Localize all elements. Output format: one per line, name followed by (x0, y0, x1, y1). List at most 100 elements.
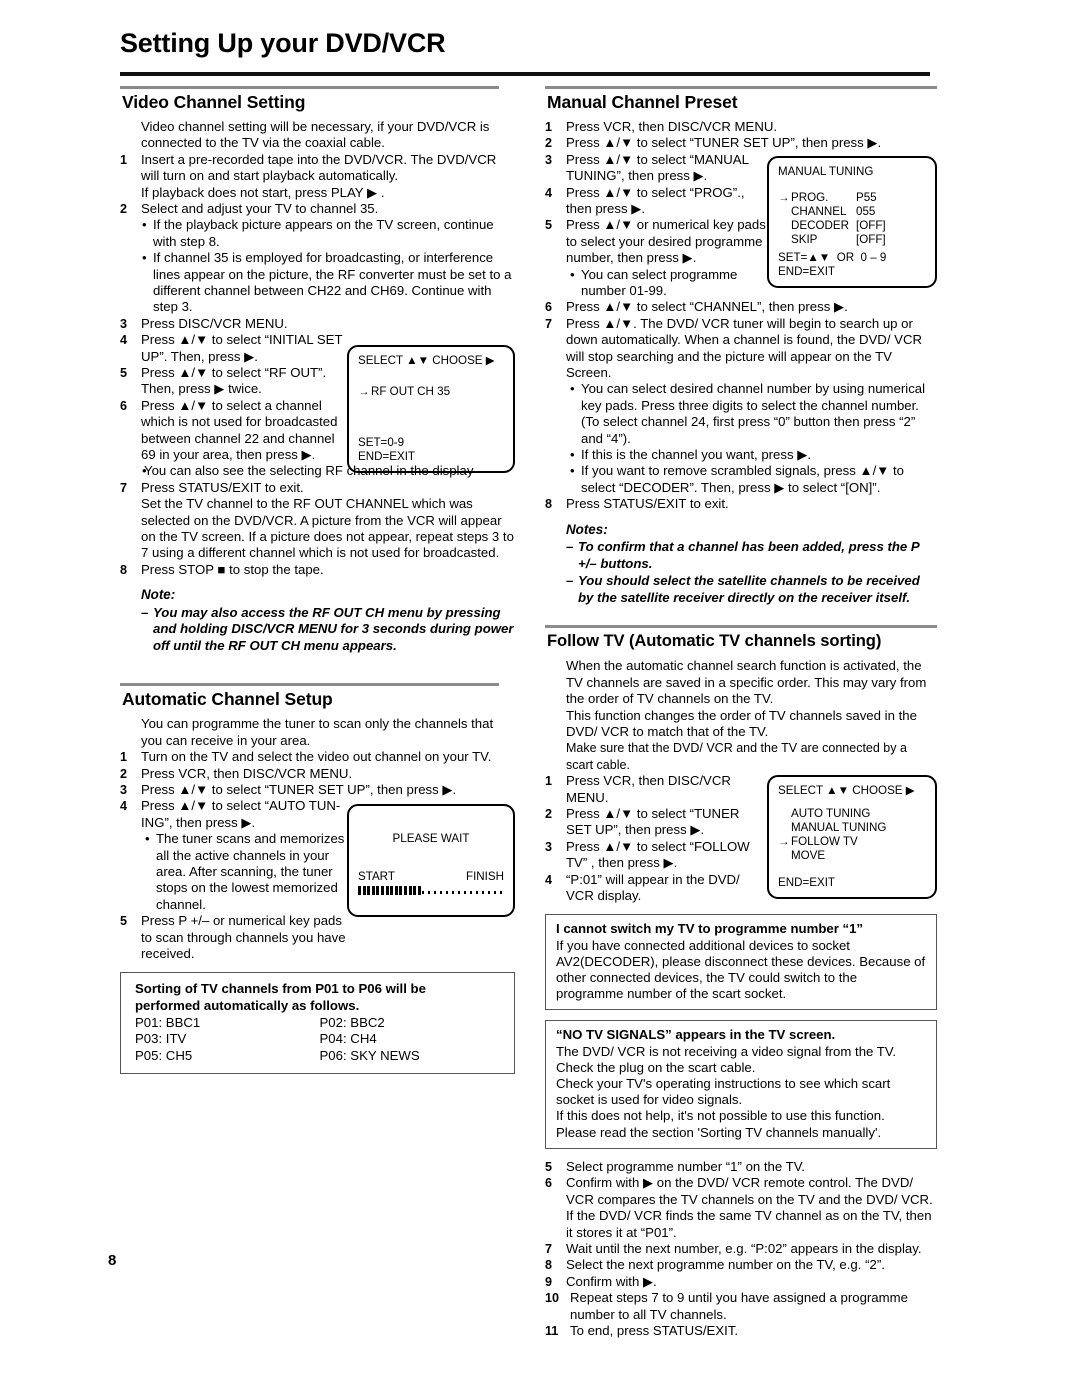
list-item: 8 Press STOP ■ to stop the tape. (120, 562, 515, 578)
step-text: Press DISC/VCR MENU. (141, 315, 288, 331)
step-number: 5 (120, 366, 128, 380)
section-automatic-channel-setup: Automatic Channel Setup You can programm… (120, 683, 515, 1075)
osd-row-key: CHANNEL (791, 204, 847, 218)
section-follow-tv: Follow TV (Automatic TV channels sorting… (545, 625, 937, 1339)
faq-box-cannot-switch: I cannot switch my TV to programme numbe… (545, 914, 937, 1011)
step-number: 6 (545, 1176, 553, 1191)
bullet-item: If you want to remove scrambled signals,… (545, 463, 937, 496)
osd-footer: SET=▲▼ OR 0 – 9 END=EXIT (778, 250, 887, 278)
step-number: 1 (545, 119, 553, 134)
faq-line: If this does not help, it's not possible… (556, 1108, 885, 1140)
step-text: Press P +/– or numerical key pads to sca… (141, 913, 346, 962)
osd-menu-item: AUTO TUNING (791, 807, 871, 821)
step-number: 5 (545, 218, 553, 233)
step-text: Press ▲/▼ to select “AUTO TUN-ING”, then… (141, 798, 341, 830)
osd-screen-manual-tuning: MANUAL TUNING →PROG. P55 CHANNEL 055 DECOD… (767, 155, 937, 288)
list-item: 2 Select and adjust your TV to channel 35… (120, 201, 515, 217)
list-item: Set the TV channel to the RF OUT CHANNEL… (120, 496, 515, 562)
selection-arrow-icon: → (358, 385, 370, 399)
list-item: 7 Press ▲/▼. The DVD/ VCR tuner will begi… (545, 316, 937, 382)
osd-start-label: START (358, 870, 395, 884)
list-item: 9 Confirm with ▶. (545, 1274, 937, 1290)
step-number: 7 (545, 316, 553, 331)
osd-row: DECODER [OFF] (778, 219, 886, 233)
osd-row: →PROG. P55 (778, 191, 886, 205)
list-item: 7 Wait until the next number, e.g. “P:02”… (545, 1241, 937, 1257)
list-item: 3 Press ▲/▼ to select “TUNER SET UP”, the… (120, 782, 515, 798)
step-number: 3 (120, 783, 128, 797)
step-text: Press ▲/▼ or numerical key pads to selec… (566, 217, 766, 266)
section-manual-channel-preset: Manual Channel Preset 1 Press VCR, then D… (545, 86, 937, 606)
step-number: 4 (120, 799, 128, 814)
step-text: Press ▲/▼ to select “FOLLOW TV” , then p… (566, 838, 750, 871)
osd-menu-items: AUTO TUNING MANUAL TUNING →FOLLOW TV MOV… (778, 807, 886, 863)
step-text: Press VCR, then DISC/VCR MENU. (566, 773, 731, 805)
bullet-item: If the playback picture appears on the T… (120, 217, 515, 250)
table-row: P03: ITV P04: CH4 (135, 1031, 504, 1048)
page-number: 8 (108, 1252, 117, 1269)
step-text: Press ▲/▼ to select “CHANNEL”, then pres… (566, 299, 848, 315)
step-number: 8 (120, 562, 128, 577)
list-item: 8 Select the next programme number on the… (545, 1257, 937, 1273)
osd-rows: →PROG. P55 CHANNEL 055 DECODER [OFF] SKIP [O… (778, 191, 886, 247)
osd-row-value: [OFF] (856, 232, 886, 246)
step-text: Press ▲/▼ to select a channel which is n… (141, 397, 338, 463)
step-text: Repeat steps 7 to 9 until you have assig… (570, 1290, 908, 1322)
selection-arrow-icon: → (778, 835, 790, 849)
osd-row-key: DECODER (791, 218, 849, 232)
list-item: 3 Press DISC/VCR MENU. (120, 316, 515, 332)
list-item: 2 Press VCR, then DISC/VCR MENU. (120, 766, 515, 782)
step-text: Press VCR, then DISC/VCR MENU. (141, 765, 353, 781)
step-text: Confirm with ▶. (566, 1273, 657, 1289)
table-row: P05: CH5 P06: SKY NEWS (135, 1048, 504, 1065)
step-number: 3 (120, 316, 128, 331)
step-text: Press ▲/▼ to select “PROG”., then press … (566, 184, 745, 216)
osd-screen-please-wait: PLEASE WAIT START FINISH (347, 804, 515, 918)
left-column: Video Channel Setting Video channel sett… (120, 86, 515, 1075)
section-title: Automatic Channel Setup (122, 688, 333, 709)
osd-menu-item-selected: →FOLLOW TV (778, 835, 858, 849)
step-text: Press ▲/▼. The DVD/ VCR tuner will begin… (566, 315, 922, 380)
osd-row-value: P55 (856, 190, 877, 204)
page-title: Setting Up your DVD/VCR (120, 28, 446, 58)
list-item: 1 Press VCR, then DISC/VCR MENU. (545, 119, 937, 135)
step-text: Select the next programme number on the … (566, 1257, 885, 1273)
list-item: 5 Select programme number “1” on the TV. (545, 1159, 937, 1175)
list-item: 2 Press ▲/▼ to select “TUNER SET UP”, the… (545, 806, 767, 839)
list-item: 6 Press ▲/▼ to select “CHANNEL”, then pre… (545, 299, 937, 315)
list-item: 4 “P:01” will appear in the DVD/ VCR disp… (545, 872, 767, 905)
step-text: Press STATUS/EXIT to exit. (141, 479, 304, 495)
step-text: Set the TV channel to the RF OUT CHANNEL… (141, 496, 514, 561)
step-text: “P:01” will appear in the DVD/ VCR displ… (566, 871, 740, 904)
list-item: 2 Press ▲/▼ to select “TUNER SET UP”, the… (545, 135, 937, 151)
step-text: Press ▲/▼ to select “TUNER SET UP”, then… (566, 135, 882, 151)
intro-text: Video channel setting will be necessary,… (141, 118, 490, 151)
bullet-item: If channel 35 is employed for broadcasti… (120, 250, 515, 316)
step-number: 1 (120, 750, 128, 765)
list-item: 8 Press STATUS/EXIT to exit. (545, 496, 937, 512)
step-number: 8 (545, 497, 553, 512)
step-number: 8 (545, 1258, 553, 1273)
section-rule (120, 683, 500, 686)
step-text: Press ▲/▼ to select “RF OUT”. Then, pres… (141, 365, 327, 397)
list-item: 3 Press ▲/▼ to select “MANUAL TUNING”, th… (545, 152, 767, 185)
osd-row: SKIP [OFF] (778, 233, 886, 247)
step-text: Press STOP ■ to stop the tape. (141, 561, 324, 577)
faq-line: Check the plug on the scart cable. (556, 1059, 756, 1075)
list-item: If playback does not start, press PLAY ▶… (120, 185, 515, 201)
step-number: 4 (545, 185, 553, 200)
osd-menu-item: MANUAL TUNING (791, 821, 887, 835)
cell-right: P04: CH4 (319, 1031, 377, 1047)
step-number: 3 (545, 839, 553, 854)
step-number: 6 (545, 300, 553, 315)
section-rule (120, 86, 500, 89)
osd-header: SELECT ▲▼ CHOOSE ▶ (358, 354, 495, 368)
step-number: 5 (120, 914, 128, 929)
step-number: 7 (120, 480, 128, 495)
osd-title: MANUAL TUNING (778, 164, 874, 178)
step-number: 3 (545, 152, 553, 167)
step-text: Press ▲/▼ to select “INITIAL SET UP”. Th… (141, 332, 343, 364)
list-item: 3 Press ▲/▼ to select “FOLLOW TV” , then … (545, 839, 767, 872)
osd-row-value: [OFF] (856, 218, 886, 232)
step-text: Confirm with ▶ on the DVD/ VCR remote co… (566, 1175, 933, 1240)
